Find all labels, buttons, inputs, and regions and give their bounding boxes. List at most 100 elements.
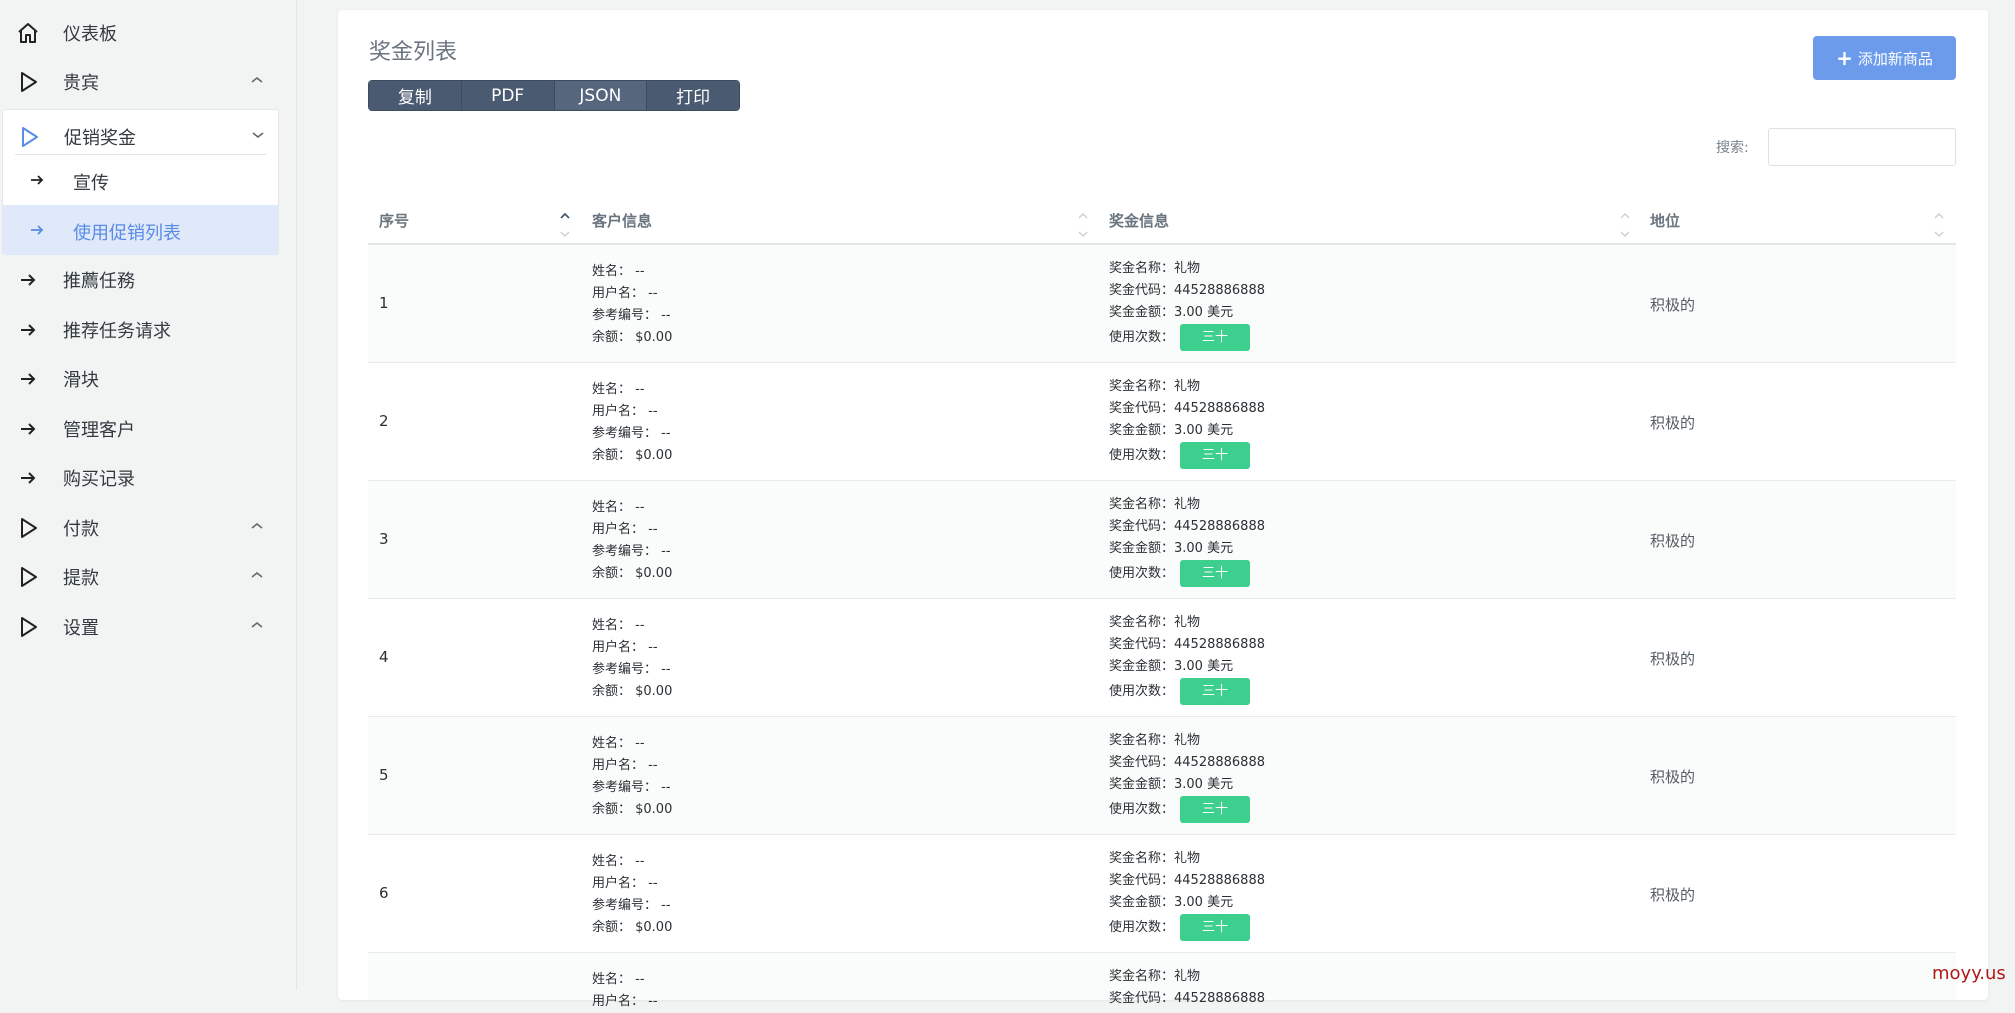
prize-info: 奖金名称：礼物 奖金代码：44528886888 奖金金额：3.00 美元 使用… (1109, 494, 1265, 587)
print-button[interactable]: 打印 (647, 81, 739, 110)
row-index: 3 (379, 530, 389, 548)
prize-usage: 使用次数： 三十 (1109, 796, 1265, 823)
customer-username: 用户名： -- (592, 286, 658, 301)
prize-info: 奖金名称：礼物 奖金代码：44528886888 奖金金额：3.00 美元 使用… (1109, 612, 1265, 705)
customer-ref: 参考编号： -- (592, 426, 671, 441)
sidebar-item-purchase-history[interactable]: 购买记录 (0, 451, 280, 501)
arrow-right-icon (21, 472, 36, 484)
usage-label: 使用次数： (1109, 684, 1175, 699)
usage-label: 使用次数： (1109, 330, 1175, 345)
customer-ref: 参考编号： -- (592, 544, 671, 559)
table-row: 5 姓名： -- 用户名： -- 参考编号： -- 余额： $0.00 奖金名称… (368, 717, 1956, 835)
sidebar-subitem-label: 使用促销列表 (73, 223, 181, 244)
play-icon (21, 617, 37, 637)
prize-amount: 奖金金额：3.00 美元 (1109, 777, 1234, 792)
customer-name: 姓名： -- (592, 264, 645, 279)
copy-button[interactable]: 复制 (369, 81, 462, 110)
prize-usage: 使用次数： 三十 (1109, 324, 1265, 351)
table-row: 3 姓名： -- 用户名： -- 参考编号： -- 余额： $0.00 奖金名称… (368, 481, 1956, 599)
sort-asc-icon[interactable] (560, 210, 570, 240)
customer-username: 用户名： -- (592, 404, 658, 419)
customer-info: 姓名： -- 用户名： -- (592, 969, 658, 1013)
customer-info: 姓名： -- 用户名： -- 参考编号： -- 余额： $0.00 (592, 733, 672, 821)
sidebar-item-label: 促销奖金 (64, 128, 136, 149)
sidebar-item-withdraw[interactable]: 提款 (0, 550, 280, 600)
sidebar-item-label: 付款 (63, 519, 99, 540)
column-header-index[interactable]: 序号 (379, 210, 409, 231)
sidebar-item-referral-task[interactable]: 推薦任務 (0, 253, 280, 303)
sidebar-item-payment[interactable]: 付款 (0, 501, 280, 551)
usage-badge: 三十 (1180, 560, 1251, 587)
sort-icon[interactable] (1078, 210, 1088, 240)
column-header-prize[interactable]: 奖金信息 (1109, 210, 1169, 231)
chevron-up-icon (251, 76, 263, 83)
prize-amount: 奖金金额：3.00 美元 (1109, 895, 1234, 910)
prize-usage: 使用次数： 三十 (1109, 678, 1265, 705)
prize-name: 奖金名称：礼物 (1109, 497, 1201, 512)
customer-name: 姓名： -- (592, 382, 645, 397)
prize-code: 奖金代码：44528886888 (1109, 637, 1265, 652)
prize-info: 奖金名称：礼物 奖金代码：44528886888 奖金金额：3.00 美元 使用… (1109, 848, 1265, 941)
table-row: 6 姓名： -- 用户名： -- 参考编号： -- 余额： $0.00 奖金名称… (368, 835, 1956, 953)
export-button-group: 复制 PDF JSON 打印 (368, 80, 740, 111)
customer-name: 姓名： -- (592, 972, 645, 987)
status-text: 积极的 (1650, 414, 1696, 432)
customer-ref: 参考编号： -- (592, 662, 671, 677)
search-label: 搜索: (1716, 140, 1749, 156)
prize-amount: 奖金金额：3.00 美元 (1109, 659, 1234, 674)
sidebar: 仪表板 贵宾 促销奖金 宣传 使用促销列表 推薦任務 推荐任务请求 滑块 管理客… (0, 0, 297, 990)
customer-balance: 余额： $0.00 (592, 920, 673, 935)
status-text: 积极的 (1650, 650, 1696, 668)
sidebar-item-slider[interactable]: 滑块 (0, 352, 280, 402)
sidebar-subitem-promotion[interactable]: 宣传 (3, 155, 280, 205)
prize-code: 奖金代码：44528886888 (1109, 519, 1265, 534)
prize-info: 奖金名称：礼物 奖金代码：44528886888 (1109, 966, 1265, 1010)
sidebar-item-label: 购买记录 (63, 469, 135, 490)
prize-code: 奖金代码：44528886888 (1109, 283, 1265, 298)
add-new-item-button[interactable]: + 添加新商品 (1813, 36, 1956, 80)
prize-name: 奖金名称：礼物 (1109, 969, 1201, 984)
customer-balance: 余额： $0.00 (592, 330, 673, 345)
customer-ref: 参考编号： -- (592, 898, 671, 913)
arrow-right-icon (31, 175, 44, 185)
sidebar-item-label: 贵宾 (63, 73, 99, 94)
customer-username: 用户名： -- (592, 994, 658, 1009)
column-header-status[interactable]: 地位 (1650, 210, 1680, 231)
customer-name: 姓名： -- (592, 618, 645, 633)
plus-icon: + (1836, 46, 1853, 70)
play-icon (21, 518, 37, 538)
prize-usage: 使用次数： 三十 (1109, 442, 1265, 469)
sort-icon[interactable] (1934, 210, 1944, 240)
customer-info: 姓名： -- 用户名： -- 参考编号： -- 余额： $0.00 (592, 379, 672, 467)
customer-balance: 余额： $0.00 (592, 566, 673, 581)
sidebar-item-promo-bonus[interactable]: 促销奖金 (1, 110, 281, 160)
sidebar-item-referral-requests[interactable]: 推荐任务请求 (0, 303, 280, 353)
watermark-text: moyy.us (1932, 963, 2006, 984)
column-header-customer[interactable]: 客户信息 (592, 210, 652, 231)
sort-icon[interactable] (1620, 210, 1630, 240)
sidebar-item-label: 推荐任务请求 (63, 321, 171, 342)
status-text: 积极的 (1650, 886, 1696, 904)
search-input[interactable] (1768, 128, 1956, 166)
arrow-right-icon (21, 324, 36, 336)
json-button[interactable]: JSON (554, 81, 648, 110)
sidebar-item-settings[interactable]: 设置 (0, 600, 280, 650)
prize-name: 奖金名称：礼物 (1109, 615, 1201, 630)
customer-balance: 余额： $0.00 (592, 684, 673, 699)
pdf-button[interactable]: PDF (461, 81, 555, 110)
row-index: 6 (379, 884, 389, 902)
prize-amount: 奖金金额：3.00 美元 (1109, 541, 1234, 556)
prize-name: 奖金名称：礼物 (1109, 379, 1201, 394)
table-row: 姓名： -- 用户名： -- 奖金名称：礼物 奖金代码：44528886888 (368, 953, 1956, 1009)
customer-name: 姓名： -- (592, 500, 645, 515)
usage-badge: 三十 (1180, 442, 1251, 469)
sidebar-item-manage-customers[interactable]: 管理客户 (0, 402, 280, 452)
sidebar-item-dashboard[interactable]: 仪表板 (0, 6, 280, 56)
sidebar-subitem-promo-list[interactable]: 使用促销列表 (3, 205, 280, 255)
customer-info: 姓名： -- 用户名： -- 参考编号： -- 余额： $0.00 (592, 261, 672, 349)
table-row: 2 姓名： -- 用户名： -- 参考编号： -- 余额： $0.00 奖金名称… (368, 363, 1956, 481)
table-header: 序号 客户信息 奖金信息 地位 (368, 190, 1956, 245)
sidebar-item-vip[interactable]: 贵宾 (0, 55, 280, 105)
customer-ref: 参考编号： -- (592, 308, 671, 323)
prize-info: 奖金名称：礼物 奖金代码：44528886888 奖金金额：3.00 美元 使用… (1109, 258, 1265, 351)
